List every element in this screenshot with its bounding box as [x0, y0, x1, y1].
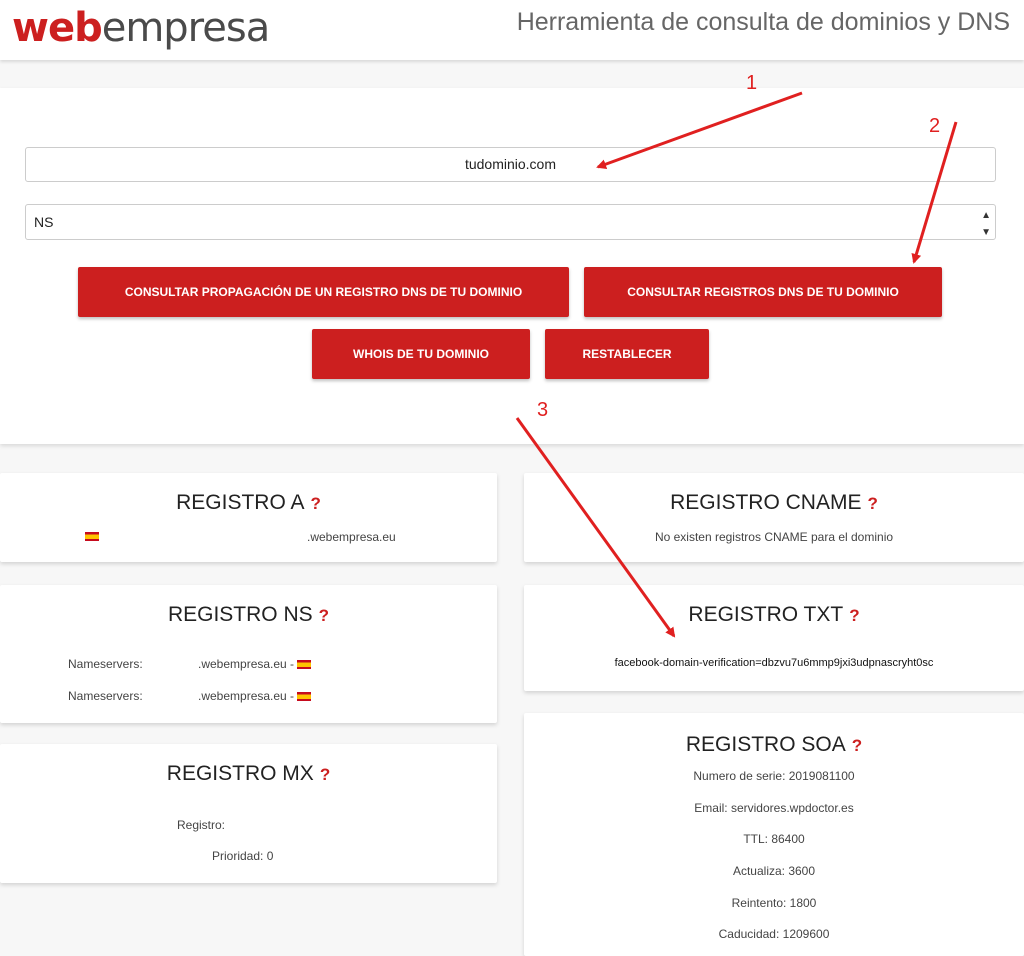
webempresa-logo[interactable]: webempresa — [12, 4, 270, 52]
registro-cname-title: REGISTRO CNAME? — [670, 491, 878, 514]
help-icon[interactable]: ? — [310, 494, 320, 513]
annotation-number-1: 1 — [746, 72, 758, 94]
registro-soa-title: REGISTRO SOA? — [685, 733, 863, 756]
annotation-number-3: 3 — [537, 399, 549, 421]
registro-cname-card: REGISTRO CNAME? No existen registros CNA… — [524, 473, 1024, 562]
dns-propagation-button[interactable]: CONSULTAR PROPAGACIÓN DE UN REGISTRO DNS… — [78, 267, 569, 317]
query-form-panel: tudominio.com NS ▲ ▼ CONSULTAR PROPAGACIÓ… — [0, 88, 1024, 444]
registro-txt-value: facebook-domain-verification=dbzvu7u6mmp… — [614, 657, 934, 669]
help-icon[interactable]: ? — [849, 606, 859, 625]
select-arrows-icon: ▲ ▼ — [981, 210, 991, 238]
registro-a-card: REGISTRO A? .webempresa.eu — [0, 473, 497, 562]
registro-cname-message: No existen registros CNAME para el domin… — [654, 530, 894, 544]
registro-mx-title: REGISTRO MX? — [166, 762, 331, 785]
help-icon[interactable]: ? — [867, 494, 877, 513]
registro-mx-card: REGISTRO MX? Registro: Prioridad: 0 — [0, 744, 497, 883]
ns-row-value: .webempresa.eu - — [198, 689, 312, 703]
soa-line: Numero de serie: 2019081100 — [693, 769, 855, 783]
registro-txt-card: REGISTRO TXT? facebook-domain-verificati… — [524, 585, 1024, 691]
spain-flag-icon — [297, 660, 312, 670]
dns-records-button[interactable]: CONSULTAR REGISTROS DNS DE TU DOMINIO — [584, 267, 942, 317]
spain-flag-icon — [85, 532, 99, 541]
registro-txt-title: REGISTRO TXT? — [688, 603, 860, 626]
ns-row-value: .webempresa.eu - — [198, 657, 312, 671]
registro-ns-card: REGISTRO NS? Nameservers: .webempresa.eu… — [0, 585, 497, 723]
registro-ns-title: REGISTRO NS? — [167, 603, 330, 626]
soa-line: Actualiza: 3600 — [732, 864, 816, 878]
soa-line: TTL: 86400 — [743, 832, 805, 846]
ns-row-label: Nameservers: — [68, 689, 143, 703]
reset-button[interactable]: RESTABLECER — [545, 329, 709, 379]
help-icon[interactable]: ? — [320, 765, 330, 784]
soa-line: Caducidad: 1209600 — [718, 927, 830, 941]
mx-registro-label: Registro: — [177, 818, 226, 832]
registro-soa-card: REGISTRO SOA? Numero de serie: 201908110… — [524, 713, 1024, 956]
help-icon[interactable]: ? — [319, 606, 329, 625]
soa-line: Email: servidores.wpdoctor.es — [694, 801, 854, 815]
whois-button[interactable]: WHOIS DE TU DOMINIO — [312, 329, 530, 379]
registro-a-value: .webempresa.eu — [307, 530, 396, 544]
logo-web: web — [12, 5, 103, 51]
ns-row-label: Nameservers: — [68, 657, 143, 671]
registro-a-title: REGISTRO A? — [176, 491, 321, 514]
soa-line: Reintento: 1800 — [731, 896, 817, 910]
record-type-value: NS — [34, 214, 54, 230]
record-type-select[interactable]: NS ▲ ▼ — [25, 204, 996, 240]
logo-empresa: empresa — [101, 5, 270, 51]
domain-input[interactable]: tudominio.com — [25, 147, 996, 182]
header: webempresa Herramienta de consulta de do… — [0, 0, 1024, 60]
spain-flag-icon — [297, 692, 312, 702]
help-icon[interactable]: ? — [852, 736, 862, 755]
annotation-number-2: 2 — [929, 115, 941, 137]
page-title: Herramienta de consulta de dominios y DN… — [516, 8, 1010, 36]
mx-priority: Prioridad: 0 — [212, 849, 274, 863]
